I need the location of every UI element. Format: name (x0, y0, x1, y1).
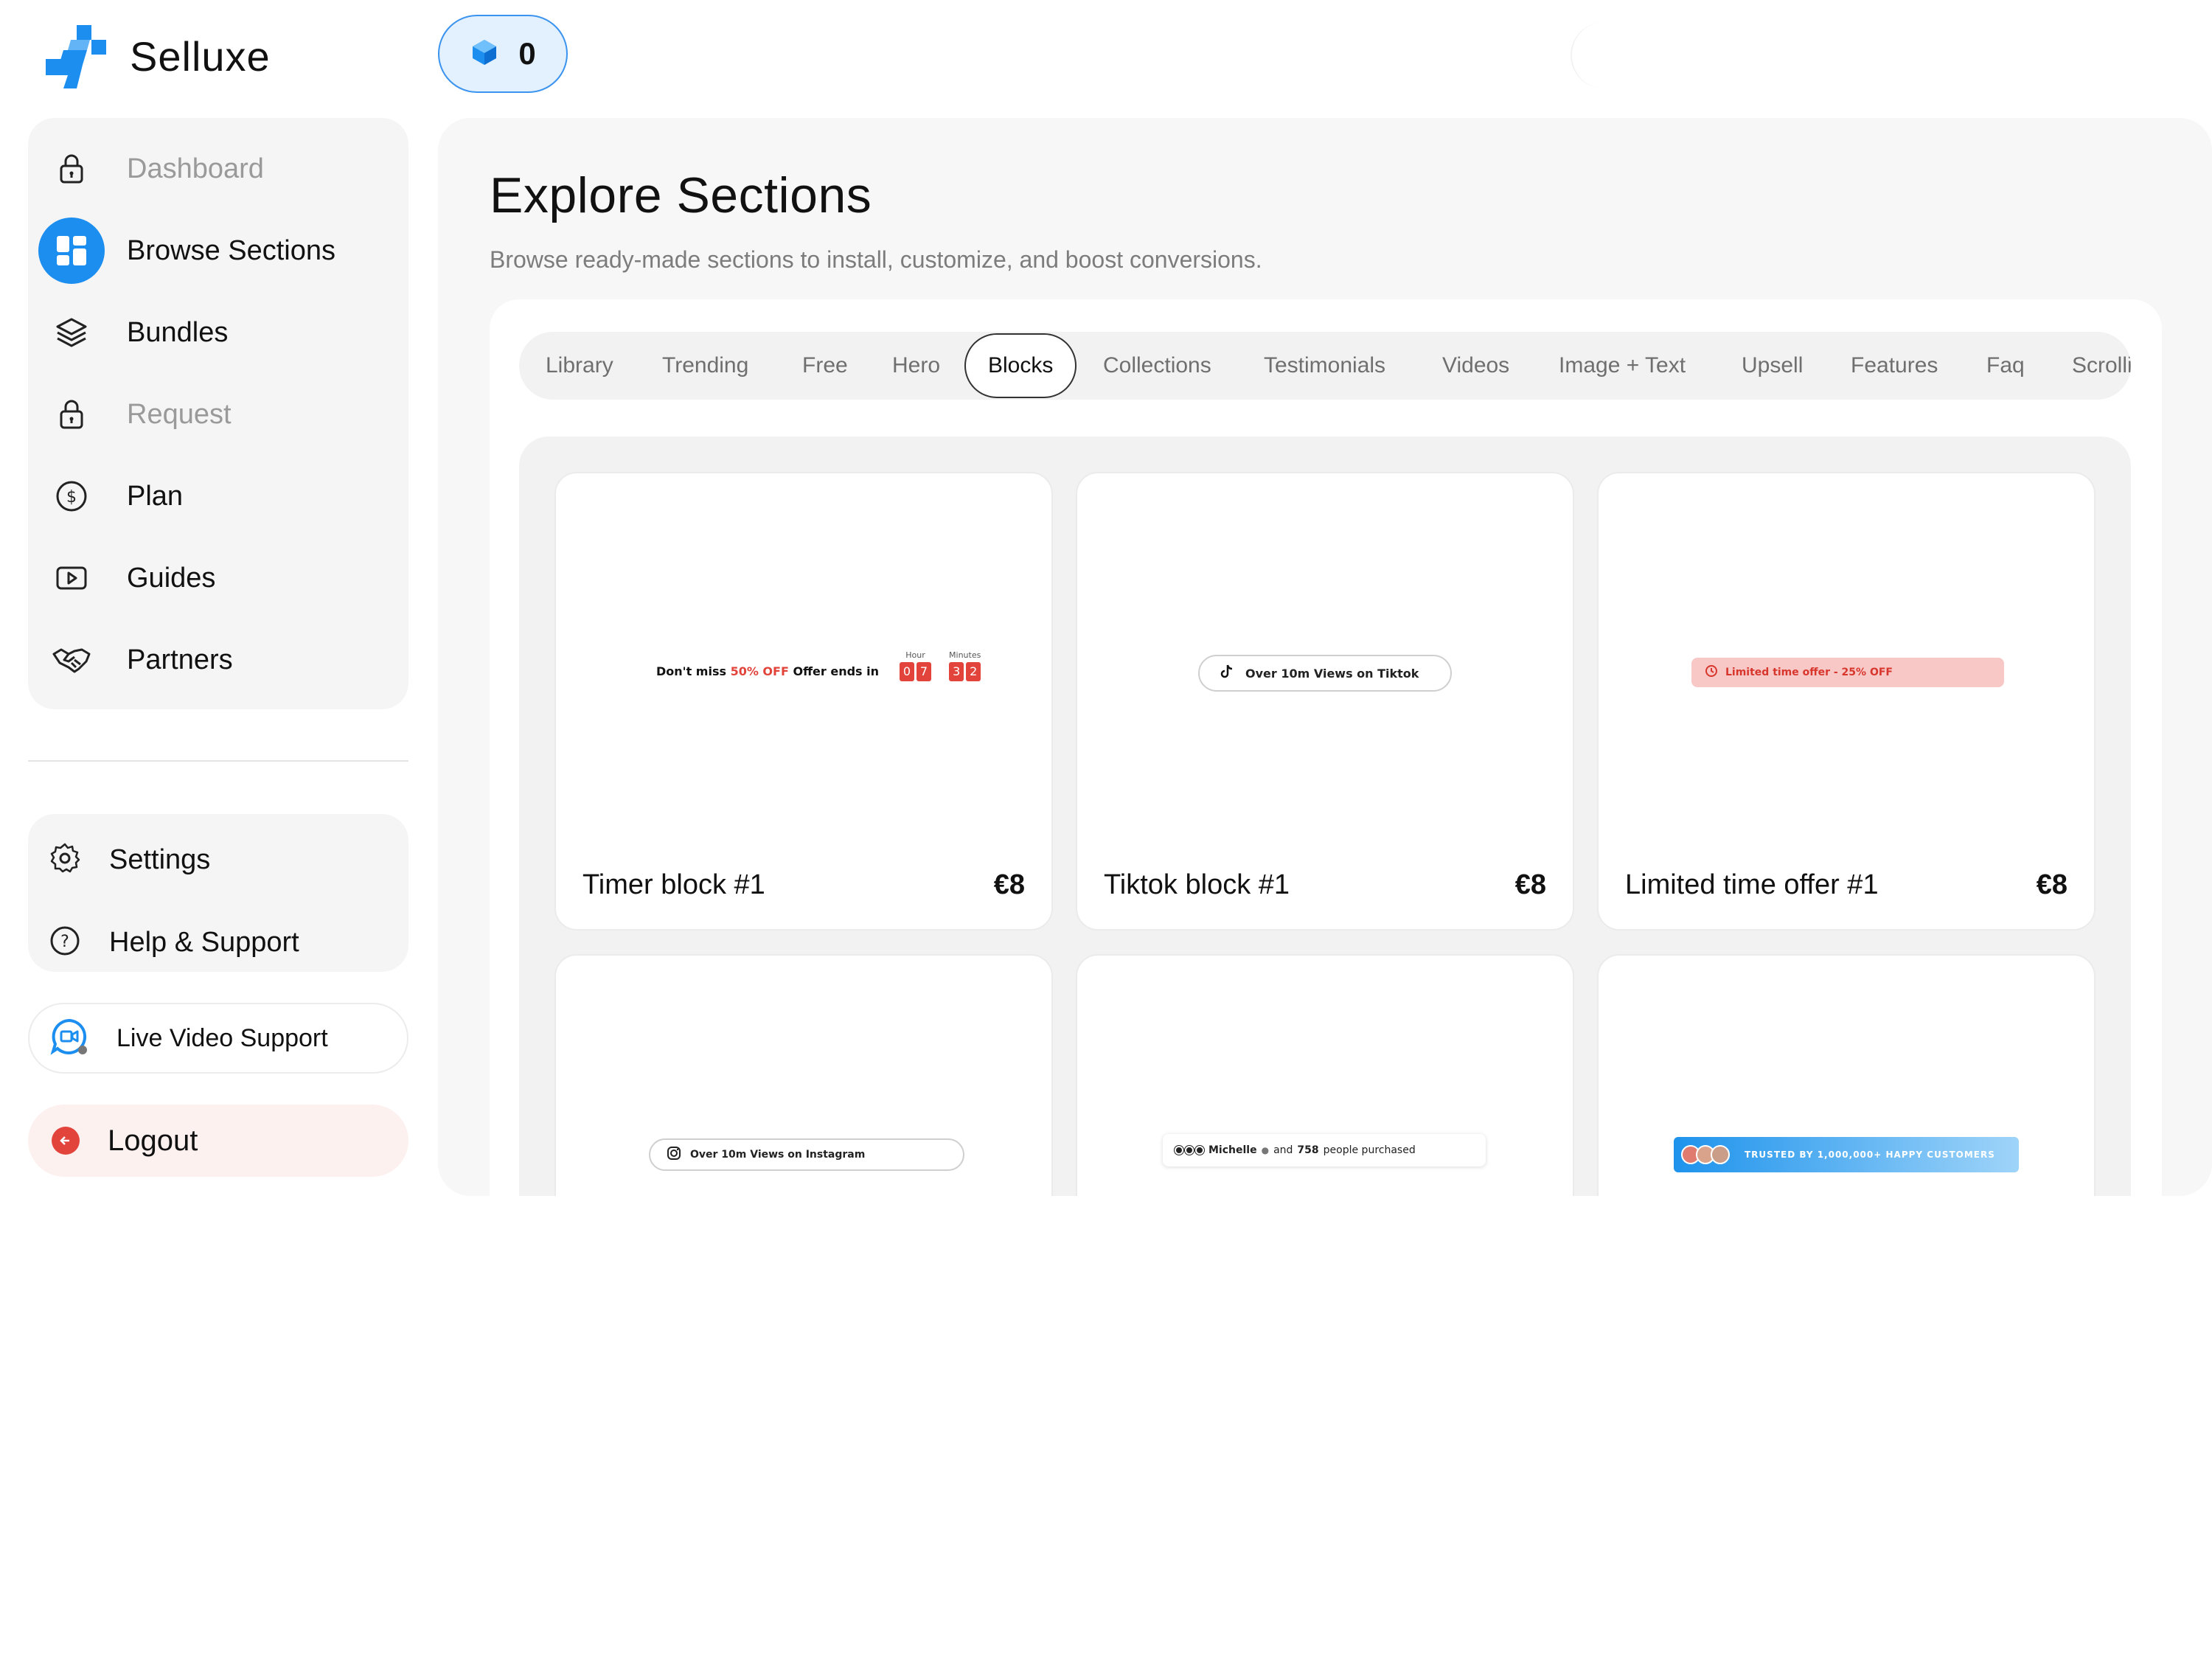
lock-icon (38, 381, 105, 448)
tab-blocks[interactable]: Blocks (964, 333, 1077, 398)
card-title: Tiktok block #1 (1104, 869, 1290, 900)
card-price: €8 (2036, 869, 2067, 900)
sidebar-item-plan[interactable]: $ Plan (38, 463, 398, 529)
clock-icon (1705, 664, 1718, 681)
dollar-icon: $ (38, 463, 105, 529)
sidebar-item-label: Browse Sections (127, 234, 336, 266)
sidebar-item-browse-sections[interactable]: Browse Sections (38, 218, 398, 284)
sidebar-item-request[interactable]: Request (38, 381, 398, 448)
section-card[interactable]: Over 10m Views on Tiktok Tiktok block #1… (1076, 472, 1574, 931)
settings-label: Settings (109, 844, 211, 875)
offer-preview: Limited time offer - 25% OFF (1691, 658, 2004, 687)
tab-scrolling[interactable]: Scrolli (2072, 332, 2131, 400)
tab-faq[interactable]: Faq (1986, 332, 2025, 400)
sidebar-item-label: Partners (127, 644, 233, 675)
timer-hour: Hour 0 7 (900, 650, 932, 681)
settings-button[interactable]: Settings (49, 830, 210, 889)
video-chat-icon (50, 1018, 88, 1060)
tab-upsell[interactable]: Upsell (1742, 332, 1803, 400)
tab-trending[interactable]: Trending (662, 332, 748, 400)
sidebar-item-label: Dashboard (127, 153, 264, 184)
logout-label: Logout (108, 1124, 198, 1157)
sidebar-item-partners[interactable]: Partners (38, 627, 398, 693)
instagram-preview: Over 10m Views on Instagram (649, 1138, 964, 1171)
svg-text:$: $ (66, 488, 77, 507)
instagram-icon (667, 1146, 681, 1164)
question-icon: ? (49, 925, 81, 961)
sidebar-divider (28, 760, 408, 762)
grid-icon (38, 218, 105, 284)
page-subtitle: Browse ready-made sections to install, c… (490, 246, 1262, 273)
card-title: Timer block #1 (582, 869, 765, 900)
avatar-group-icon (1175, 1146, 1204, 1155)
video-icon (38, 545, 105, 611)
tab-testimonials[interactable]: Testimonials (1264, 332, 1385, 400)
credits-cube-icon (470, 38, 499, 71)
section-card[interactable]: TRUSTED BY 1,000,000+ HAPPY CUSTOMERS (1597, 954, 2096, 1196)
tab-library[interactable]: Library (546, 332, 613, 400)
logout-button[interactable]: Logout (28, 1105, 408, 1177)
svg-text:?: ? (60, 933, 69, 951)
sidebar-item-label: Guides (127, 562, 216, 594)
tab-image-text[interactable]: Image + Text (1559, 332, 1686, 400)
layers-icon (38, 299, 105, 366)
lock-icon (38, 136, 105, 202)
sidebar-item-dashboard[interactable]: Dashboard (38, 136, 398, 202)
card-title: Limited time offer #1 (1625, 869, 1879, 900)
tab-free[interactable]: Free (802, 332, 848, 400)
app-name: Selluxe (130, 32, 271, 80)
live-video-support-button[interactable]: Live Video Support (28, 1003, 408, 1074)
timer-preview-text: Don't miss 50% OFF Offer ends in (656, 664, 880, 678)
sidebar-item-guides[interactable]: Guides (38, 545, 398, 611)
page-title: Explore Sections (490, 167, 872, 223)
trusted-banner-preview: TRUSTED BY 1,000,000+ HAPPY CUSTOMERS (1674, 1137, 2019, 1172)
section-grid: Don't miss 50% OFF Offer ends in Hour 0 … (519, 437, 2131, 1196)
avatar-group-icon (1681, 1145, 1730, 1164)
sidebar-item-label: Bundles (127, 316, 229, 348)
tab-hero[interactable]: Hero (892, 332, 940, 400)
settings-group: Settings ? Help & Support (28, 814, 408, 972)
card-price: €8 (1514, 869, 1546, 900)
handshake-icon (38, 627, 105, 693)
arrow-left-icon (52, 1127, 80, 1155)
sidebar-nav: Dashboard Browse Sections Bundles Reques… (28, 118, 408, 709)
social-proof-preview: Michelle ● and 758 people purchased (1163, 1134, 1486, 1166)
tiktok-icon (1220, 664, 1234, 682)
credits-value: 0 (518, 36, 536, 71)
category-tabs: Library Trending Free Hero Blocks Collec… (519, 332, 2131, 400)
sidebar-item-label: Request (127, 398, 232, 430)
card-price: €8 (993, 869, 1025, 900)
timer-minutes: Minutes 3 2 (949, 650, 981, 681)
live-video-support-label: Live Video Support (116, 1023, 328, 1052)
timer-preview: Don't miss 50% OFF Offer ends in Hour 0 … (656, 650, 981, 681)
section-card[interactable]: Limited time offer - 25% OFF Limited tim… (1597, 472, 2096, 931)
sidebar-item-bundles[interactable]: Bundles (38, 299, 398, 366)
verified-icon: ● (1261, 1145, 1270, 1155)
selluxe-logo-icon (41, 21, 112, 91)
section-card[interactable]: Over 10m Views on Instagram (554, 954, 1053, 1196)
top-right-element (1571, 22, 1615, 88)
section-card[interactable]: Michelle ● and 758 people purchased (1076, 954, 1574, 1196)
tiktok-preview: Over 10m Views on Tiktok (1198, 655, 1452, 692)
help-support-label: Help & Support (109, 926, 299, 958)
credits-badge[interactable]: 0 (438, 15, 568, 93)
sidebar-item-label: Plan (127, 480, 184, 512)
help-support-button[interactable]: ? Help & Support (49, 913, 299, 972)
tab-videos[interactable]: Videos (1442, 332, 1509, 400)
section-card[interactable]: Don't miss 50% OFF Offer ends in Hour 0 … (554, 472, 1053, 931)
tab-features[interactable]: Features (1851, 332, 1938, 400)
tab-collections[interactable]: Collections (1103, 332, 1211, 400)
gear-icon (49, 842, 81, 878)
app-logo[interactable]: Selluxe (41, 21, 271, 91)
